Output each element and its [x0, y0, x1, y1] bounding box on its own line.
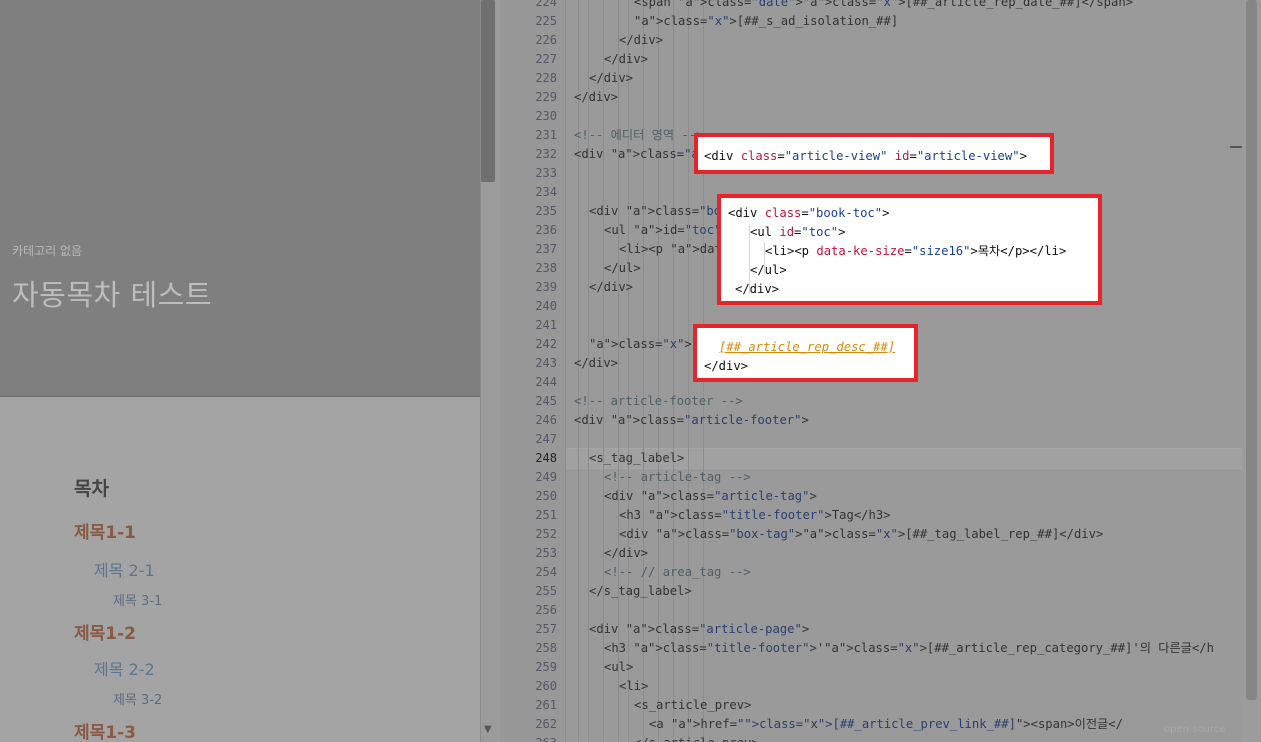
code-line[interactable]: </ul>	[604, 259, 641, 278]
line-number: 262	[535, 717, 557, 731]
line-number: 245	[535, 394, 557, 408]
line-number: 247	[535, 432, 557, 446]
line-number: 258	[535, 641, 557, 655]
toc-item[interactable]: 제목 2-1	[94, 557, 155, 581]
toc-item[interactable]: 제목 3-2	[113, 689, 162, 708]
code-line[interactable]: <div "a">class="article-tag">	[604, 487, 817, 506]
line-number: 260	[535, 679, 557, 693]
line-number: 232	[535, 147, 557, 161]
line-number: 249	[535, 470, 557, 484]
code-line[interactable]: </s_article_prev>	[634, 734, 759, 742]
line-number: 261	[535, 698, 557, 712]
post-category[interactable]: 카테고리 없음	[12, 242, 82, 259]
watermark: open source	[1164, 724, 1226, 735]
code-line[interactable]: </div>	[574, 88, 618, 107]
line-number: 241	[535, 318, 557, 332]
line-number: 236	[535, 223, 557, 237]
code-line-239: </div>	[735, 282, 780, 296]
line-number: 248	[535, 451, 557, 465]
line-number: 254	[535, 565, 557, 579]
line-number: 240	[535, 299, 557, 313]
line-number: 244	[535, 375, 557, 389]
line-number: 243	[535, 356, 557, 370]
toc-heading: 목차	[74, 478, 109, 500]
highlight-article-desc: [##_article_rep_desc_##] </div>	[693, 324, 918, 382]
toc-item[interactable]: 제목1-2	[74, 619, 136, 644]
line-number: 233	[535, 166, 557, 180]
line-number: 253	[535, 546, 557, 560]
line-number: 225	[535, 14, 557, 28]
line-number: 224	[535, 0, 557, 9]
code-line[interactable]: <!-- 에디터 영역 -->	[574, 126, 703, 145]
blog-preview-pane: 카테고리 없음 자동목차 테스트 목차 제목1-1 제목 2-1 제목 3-1 …	[0, 0, 480, 742]
line-number: 230	[535, 109, 557, 123]
code-line-235: <div class="book-toc">	[728, 206, 890, 220]
code-line[interactable]: <!-- // area_tag -->	[604, 563, 751, 582]
line-number: 246	[535, 413, 557, 427]
line-number: 237	[535, 242, 557, 256]
line-number: 226	[535, 33, 557, 47]
code-line[interactable]: <ul "a">id="toc">	[604, 221, 729, 240]
code-line[interactable]: "a">class="x">[##_s_ad_isolation_##]	[634, 12, 898, 31]
line-number-gutter: 224 225 226 227 228 229 230 231 232 233 234 235 236 2…	[500, 0, 566, 742]
code-line[interactable]: <a "a">href="">class="x">[##_article_pre…	[649, 715, 1123, 734]
highlight-article-view: <div class="article-view" id="article-vi…	[694, 133, 1054, 174]
line-number: 242	[535, 337, 557, 351]
code-line[interactable]: <!-- article-tag -->	[604, 468, 751, 487]
line-number: 251	[535, 508, 557, 522]
line-number: 229	[535, 90, 557, 104]
line-number: 255	[535, 584, 557, 598]
line-number: 228	[535, 71, 557, 85]
code-line[interactable]: </div>	[589, 69, 633, 88]
line-number: 239	[535, 280, 557, 294]
code-line[interactable]: </div>	[589, 278, 633, 297]
code-line-243: </div>	[704, 359, 749, 373]
code-line[interactable]: <h3 "a">class="title-footer">Tag</h3>	[619, 506, 891, 525]
line-number: 234	[535, 185, 557, 199]
code-line[interactable]: <ul>	[604, 658, 633, 677]
line-number: 263	[517, 734, 557, 742]
code-line-238: </ul>	[750, 263, 787, 277]
line-number: 257	[535, 622, 557, 636]
code-line[interactable]: <span "a">class="date">"a">class="x">[##…	[634, 0, 1133, 12]
code-line[interactable]: </div>	[574, 354, 618, 373]
code-line[interactable]: <!-- article-footer -->	[574, 392, 743, 411]
code-line[interactable]: <s_tag_label>	[589, 449, 684, 468]
toc-item[interactable]: 제목1-1	[74, 518, 136, 543]
code-line-232: <div class="article-view" id="article-vi…	[704, 149, 1027, 163]
code-line[interactable]: <h3 "a">class="title-footer">'"a">class=…	[604, 639, 1214, 658]
scroll-down-arrow-icon[interactable]: ▼	[484, 724, 492, 735]
toc-item[interactable]: 제목1-3	[74, 718, 136, 742]
code-line[interactable]: <div "a">class="box-tag">"a">class="x">[…	[619, 525, 1103, 544]
code-line[interactable]: <s_article_prev>	[634, 696, 751, 715]
fold-marker-icon	[1230, 146, 1242, 148]
editor-scrollbar-thumb[interactable]	[1246, 0, 1257, 700]
code-line[interactable]: </div>	[604, 544, 648, 563]
line-number: 235	[535, 204, 557, 218]
code-line[interactable]: <div "a">class="article-page">	[589, 620, 809, 639]
line-number: 238	[535, 261, 557, 275]
code-line-236: <ul id="toc">	[750, 225, 846, 239]
code-line[interactable]: <li>	[619, 677, 648, 696]
code-line[interactable]: </div>	[604, 50, 648, 69]
post-header: 카테고리 없음 자동목차 테스트	[0, 0, 480, 397]
line-number: 231	[535, 128, 557, 142]
code-line[interactable]: </div>	[619, 31, 663, 50]
toc-item[interactable]: 제목 3-1	[113, 590, 162, 609]
toc-item[interactable]: 제목 2-2	[94, 656, 155, 680]
code-line-237: <li><p data-ke-size="size16">목차</p></li>	[765, 244, 1067, 258]
preview-scrollbar-thumb[interactable]	[481, 0, 495, 182]
code-line-242: [##_article_rep_desc_##]	[719, 340, 896, 354]
line-number: 256	[535, 603, 557, 617]
code-line[interactable]: <div "a">class="article-footer">	[574, 411, 809, 430]
line-number: 227	[535, 52, 557, 66]
post-title: 자동목차 테스트	[12, 278, 212, 312]
code-line[interactable]: </s_tag_label>	[589, 582, 692, 601]
line-number: 250	[535, 489, 557, 503]
line-number: 252	[535, 527, 557, 541]
highlight-book-toc: <div class="book-toc"> <ul id="toc"> <li…	[717, 194, 1102, 305]
line-number: 259	[535, 660, 557, 674]
